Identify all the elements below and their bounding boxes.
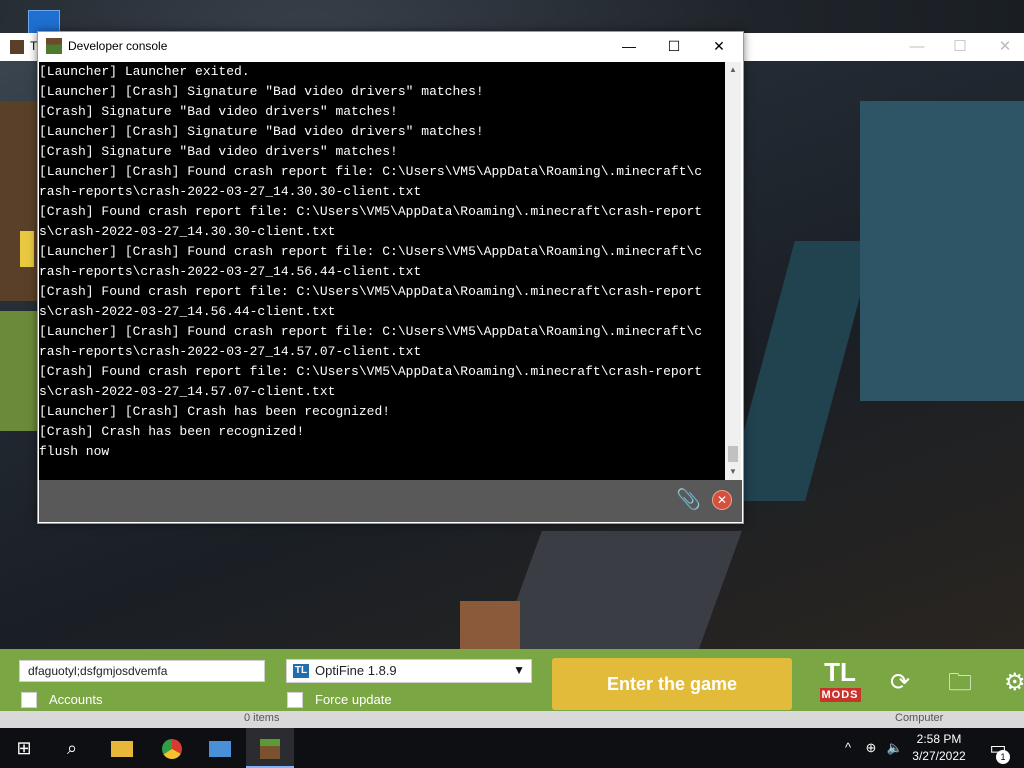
clock-date: 3/27/2022 xyxy=(912,749,966,763)
footer-items-text: 0 items xyxy=(244,712,280,724)
launcher-close-button[interactable]: ✕ xyxy=(995,37,1015,57)
nickname-input[interactable]: dfaguotyl;dsfgmjosdvemfa xyxy=(19,660,265,682)
developer-console-window: Developer console — ☐ ✕ [Launcher] Launc… xyxy=(37,31,744,524)
console-log-line: s\crash-2022-03-27_14.56.44-client.txt xyxy=(39,304,336,319)
force-update-checkbox[interactable] xyxy=(287,692,303,708)
file-explorer-icon[interactable] xyxy=(98,728,146,768)
console-log-line: [Launcher] [Crash] Signature "Bad video … xyxy=(39,124,484,139)
chrome-icon[interactable] xyxy=(148,728,196,768)
console-title: Developer console xyxy=(68,39,168,53)
console-log-line: [Crash] Found crash report file: C:\User… xyxy=(39,204,703,219)
console-log-line: flush now xyxy=(39,444,110,459)
maximize-button[interactable]: ☐ xyxy=(651,32,697,61)
system-clock[interactable]: 2:58 PM 3/27/2022 xyxy=(906,731,972,765)
console-log-line: [Crash] Signature "Bad video drivers" ma… xyxy=(39,144,398,159)
console-log-line: [Launcher] [Crash] Found crash report fi… xyxy=(39,164,703,179)
search-icon[interactable]: ⌕ xyxy=(48,728,96,768)
console-log-line: [Launcher] [Crash] Found crash report fi… xyxy=(39,244,703,259)
art-shape xyxy=(498,531,742,651)
console-log-line: rash-reports\crash-2022-03-27_14.56.44-c… xyxy=(39,264,422,279)
clear-icon[interactable]: ✕ xyxy=(712,490,732,510)
accounts-label: Accounts xyxy=(49,692,103,707)
launcher-app-icon xyxy=(10,40,24,54)
notification-icon[interactable]: ▭ 1 xyxy=(978,728,1018,768)
settings-icon[interactable]: ⚙ xyxy=(1004,669,1024,697)
version-select[interactable]: TL OptiFine 1.8.9 ▼ xyxy=(286,659,532,683)
console-scrollbar[interactable]: ▲ ▼ xyxy=(725,62,741,480)
console-log-line: [Crash] Crash has been recognized! xyxy=(39,424,305,439)
enter-game-button[interactable]: Enter the game xyxy=(552,658,792,710)
launcher-minimize-button[interactable]: — xyxy=(907,37,927,57)
tlmods-logo[interactable]: TL MODS xyxy=(818,659,862,707)
chevron-down-icon: ▼ xyxy=(513,663,525,677)
launcher-footer: 0 items Computer xyxy=(0,711,1024,728)
logo-tl-text: TL xyxy=(824,657,856,687)
art-shape xyxy=(860,101,1024,401)
accounts-checkbox[interactable] xyxy=(21,692,37,708)
minecraft-taskbar-icon[interactable] xyxy=(246,728,294,768)
show-hidden-icons-icon[interactable]: ^ xyxy=(838,728,858,768)
console-log[interactable]: [Launcher] Launcher exited. [Launcher] [C… xyxy=(39,62,725,480)
scroll-down-icon[interactable]: ▼ xyxy=(725,464,741,480)
console-log-line: [Crash] Signature "Bad video drivers" ma… xyxy=(39,104,398,119)
minecraft-icon xyxy=(46,38,62,54)
taskbar: ⊞ ⌕ ^ ⊕ 🔈 2:58 PM 3/27/2022 ▭ 1 xyxy=(0,728,1024,768)
paperclip-icon[interactable]: 📎 xyxy=(676,488,701,512)
art-shape xyxy=(20,231,34,267)
scrollbar-thumb[interactable] xyxy=(728,446,738,462)
version-selected-text: OptiFine 1.8.9 xyxy=(315,663,397,678)
control-panel-icon[interactable] xyxy=(196,728,244,768)
console-log-line: [Launcher] Launcher exited. xyxy=(39,64,250,79)
notification-count: 1 xyxy=(996,750,1010,764)
folder-icon[interactable]: 🗀 xyxy=(946,669,974,697)
console-log-line: [Crash] Found crash report file: C:\User… xyxy=(39,284,703,299)
force-update-label: Force update xyxy=(315,692,392,707)
scroll-up-icon[interactable]: ▲ xyxy=(725,62,741,78)
console-footer: 📎 ✕ xyxy=(39,480,742,522)
console-log-line: s\crash-2022-03-27_14.30.30-client.txt xyxy=(39,224,336,239)
minimize-button[interactable]: — xyxy=(606,32,652,61)
console-log-line: rash-reports\crash-2022-03-27_14.30.30-c… xyxy=(39,184,422,199)
art-shape xyxy=(0,311,40,431)
console-log-line: [Launcher] [Crash] Crash has been recogn… xyxy=(39,404,391,419)
console-log-line: [Launcher] [Crash] Signature "Bad video … xyxy=(39,84,484,99)
footer-computer-text: Computer xyxy=(895,712,944,724)
volume-icon[interactable]: 🔈 xyxy=(884,728,906,768)
console-log-line: rash-reports\crash-2022-03-27_14.57.07-c… xyxy=(39,344,422,359)
console-titlebar: Developer console — ☐ ✕ xyxy=(38,32,743,61)
refresh-icon[interactable]: ⟳ xyxy=(886,669,914,697)
console-log-line: [Launcher] [Crash] Found crash report fi… xyxy=(39,324,703,339)
start-icon[interactable]: ⊞ xyxy=(0,728,48,768)
optifine-icon: TL xyxy=(293,664,309,678)
launcher-maximize-button[interactable]: ☐ xyxy=(950,37,970,57)
logo-mods-text: MODS xyxy=(819,688,861,702)
network-icon[interactable]: ⊕ xyxy=(860,728,882,768)
close-button[interactable]: ✕ xyxy=(696,32,742,61)
art-shape xyxy=(725,241,875,501)
clock-time: 2:58 PM xyxy=(916,732,962,746)
console-log-line: s\crash-2022-03-27_14.57.07-client.txt xyxy=(39,384,336,399)
console-log-line: [Crash] Found crash report file: C:\User… xyxy=(39,364,703,379)
